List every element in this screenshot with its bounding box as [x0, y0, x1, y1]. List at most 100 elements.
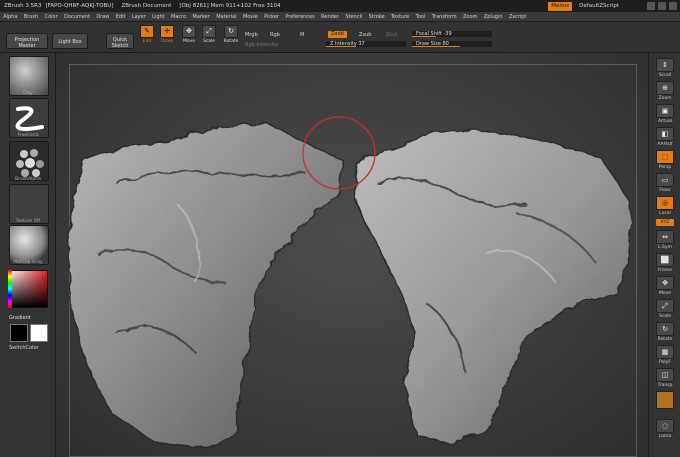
menu-document[interactable]: Document: [61, 14, 93, 20]
light-box-button[interactable]: Light Box: [52, 33, 88, 49]
menu-macro[interactable]: Macro: [168, 14, 190, 20]
menu-brush[interactable]: Brush: [21, 14, 42, 20]
move-icon: ✥: [656, 276, 674, 290]
material-label: MatCap Gray: [13, 260, 43, 265]
lasso-button[interactable]: ◌ Lasso: [653, 419, 677, 439]
texture-thumbnail[interactable]: [9, 184, 49, 224]
material-thumbnail[interactable]: [9, 225, 49, 265]
zcut-toggle[interactable]: Zcut: [386, 32, 397, 38]
default-zscript-button[interactable]: DefaultZScript: [575, 0, 619, 12]
maximize-icon[interactable]: [658, 2, 666, 10]
frame-button[interactable]: ⬜ Frame: [653, 253, 677, 273]
secondary-color-swatch[interactable]: [30, 324, 48, 342]
actual-button[interactable]: ▣ Actual: [653, 104, 677, 124]
freehand-stroke-thumbnail[interactable]: [9, 98, 49, 138]
l-sym-button[interactable]: ⇔ L.Sym: [653, 230, 677, 250]
menu-transform[interactable]: Transform: [429, 14, 460, 20]
floor-button[interactable]: ▭ Floor: [653, 173, 677, 193]
canvas-viewport[interactable]: [56, 53, 648, 457]
menu-movie[interactable]: Movie: [240, 14, 261, 20]
shelf-label: Rotate: [657, 337, 673, 342]
menu-zscript[interactable]: Zscript: [506, 14, 530, 20]
hue-strip[interactable]: [8, 270, 12, 308]
menu-light[interactable]: Light: [149, 14, 168, 20]
scale-icon: ⤢: [202, 25, 216, 38]
zadd-toggle[interactable]: Zadd: [328, 31, 347, 38]
aahalf-icon: ◧: [656, 127, 674, 141]
clay-brush-thumbnail[interactable]: [9, 56, 49, 96]
app-version: ZBrush 3.5R3: [4, 3, 42, 9]
top-shelf: Projection Master Light Box Quick Sketch…: [0, 22, 680, 53]
persp-button[interactable]: ⬚ Persp: [653, 150, 677, 170]
xyz-button[interactable]: XYZ: [653, 219, 677, 226]
memory-stats: [Obj 8261] Mem 911+102 Free 3104: [179, 3, 281, 9]
polyf-button[interactable]: ▦ PolyF: [653, 345, 677, 365]
scale-button[interactable]: ⤢ Scale: [653, 299, 677, 319]
zoom-button[interactable]: ⊕ Zoom: [653, 81, 677, 101]
move-tool-button[interactable]: ✥ Move: [180, 24, 198, 48]
rgb-intensity-slider[interactable]: Rgb Intensity: [245, 42, 278, 48]
brush-label: Clay: [23, 91, 33, 96]
edit-tool-button[interactable]: ✎ Edit: [138, 24, 156, 48]
rgb-toggle[interactable]: Rgb: [270, 32, 280, 38]
shelf-label: Move: [658, 291, 672, 296]
scroll-icon: ⇕: [656, 58, 674, 72]
menu-texture[interactable]: Texture: [388, 14, 413, 20]
minimize-icon[interactable]: [647, 2, 655, 10]
menu-zplugin[interactable]: Zplugin: [481, 14, 506, 20]
shelf-label: L.Sym: [658, 245, 672, 250]
menu-draw[interactable]: Draw: [93, 14, 112, 20]
close-icon[interactable]: [669, 2, 677, 10]
menu-stroke[interactable]: Stroke: [365, 14, 387, 20]
shelf-label: Frame: [657, 268, 673, 273]
primary-color-swatch[interactable]: [10, 324, 28, 342]
tool-label: Scale: [202, 39, 216, 44]
shelf-label: Actual: [657, 119, 673, 124]
polyf-icon: ▦: [656, 345, 674, 359]
menu-zoom[interactable]: Zoom: [460, 14, 481, 20]
rotate-tool-button[interactable]: ↻ Rotate: [222, 24, 240, 48]
menu-color[interactable]: Color: [41, 14, 60, 20]
shelf-label: Local: [659, 211, 671, 216]
m-toggle[interactable]: M: [300, 32, 304, 38]
menu-layer[interactable]: Layer: [129, 14, 149, 20]
focal-shift-slider[interactable]: Focal Shift -39: [412, 31, 492, 37]
switch-color-button[interactable]: SwitchColor: [9, 345, 39, 351]
tool-label: Draw: [161, 39, 173, 44]
transp-button[interactable]: ◫ Transp: [653, 368, 677, 388]
scroll-button[interactable]: ⇕ Scroll: [653, 58, 677, 78]
tool-label: Edit: [142, 39, 152, 44]
edit-icon: ✎: [140, 25, 154, 38]
zoom-icon: ⊕: [656, 81, 674, 95]
menu-edit[interactable]: Edit: [113, 14, 129, 20]
draw-tool-button[interactable]: ✛ Draw: [158, 24, 176, 48]
alpha-thumbnail[interactable]: [9, 141, 49, 181]
menu-marker[interactable]: Marker: [189, 14, 213, 20]
shelf-label: PolyF: [659, 360, 671, 365]
draw-size-slider[interactable]: Draw Size 80: [412, 41, 492, 47]
zsub-toggle[interactable]: Zsub: [359, 32, 371, 38]
gradient-toggle[interactable]: Gradient: [9, 315, 31, 321]
rotate-button[interactable]: ↻ Rotate: [653, 322, 677, 342]
color-picker[interactable]: [8, 270, 48, 308]
blank-button[interactable]: [653, 391, 677, 410]
aahalf-button[interactable]: ◧ AAHalf: [653, 127, 677, 147]
menu-preferences[interactable]: Preferences: [282, 14, 318, 20]
mrgb-toggle[interactable]: Mrgb: [245, 32, 258, 38]
menu-picker[interactable]: Picker: [261, 14, 282, 20]
z-intensity-slider[interactable]: Z Intensity 37: [326, 41, 406, 47]
menu-render[interactable]: Render: [318, 14, 342, 20]
shelf-label: Scroll: [658, 73, 672, 78]
menus-toggle-button[interactable]: Menus: [548, 1, 573, 11]
quick-sketch-button[interactable]: Quick Sketch: [106, 33, 134, 49]
xyz-symmetry-chip: XYZ: [656, 219, 674, 226]
scale-tool-button[interactable]: ⤢ Scale: [200, 24, 218, 48]
menu-alpha[interactable]: Alpha: [0, 14, 21, 20]
menu-tool[interactable]: Tool: [412, 14, 428, 20]
tool-label: Move: [182, 39, 196, 44]
move-button[interactable]: ✥ Move: [653, 276, 677, 296]
projection-master-button[interactable]: Projection Master: [6, 33, 48, 49]
local-button[interactable]: ◎ Local: [653, 196, 677, 216]
menu-stencil[interactable]: Stencil: [342, 14, 365, 20]
menu-material[interactable]: Material: [213, 14, 240, 20]
